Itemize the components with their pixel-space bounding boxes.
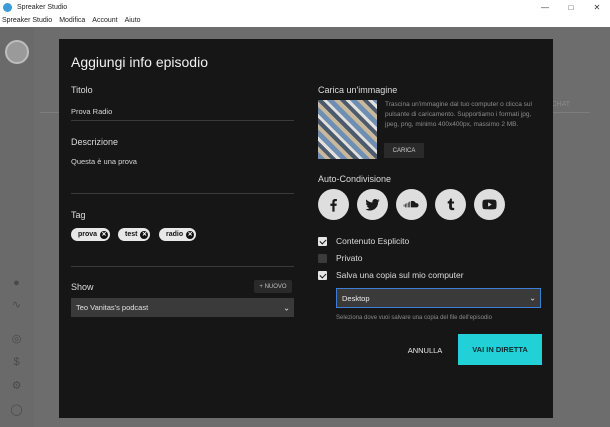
twitter-icon[interactable] — [357, 189, 388, 220]
episode-image-thumbnail[interactable] — [318, 100, 377, 159]
show-select-value: Teo Vanitas's podcast — [76, 303, 149, 312]
youtube-icon[interactable] — [474, 189, 505, 220]
live-icon[interactable]: ● — [10, 277, 23, 290]
tumblr-icon[interactable] — [435, 189, 466, 220]
titolo-input[interactable]: Prova Radio — [71, 107, 112, 116]
podcast-icon[interactable]: ◎ — [10, 333, 23, 346]
minimize-icon[interactable]: — — [532, 0, 558, 14]
auto-share-label: Auto-Condivisione — [318, 174, 392, 184]
private-checkbox[interactable] — [318, 254, 327, 263]
upload-button[interactable]: CARICA — [384, 143, 424, 158]
upload-image-help: Trascina un'immagine dal tuo computer o … — [385, 101, 532, 128]
cancel-button[interactable]: ANNULLA — [401, 341, 449, 359]
maximize-icon[interactable]: □ — [558, 0, 584, 14]
add-episode-info-dialog: Aggiungi info episodio Titolo Prova Radi… — [59, 39, 553, 418]
window-controls: — □ ✕ — [532, 0, 610, 14]
facebook-icon[interactable] — [318, 189, 349, 220]
destination-value: Desktop — [342, 293, 370, 303]
tag-chip-prova[interactable]: prova ✕ — [71, 228, 111, 241]
avatar[interactable] — [5, 40, 29, 64]
menu-item-modifica[interactable]: Modifica — [59, 17, 85, 24]
upload-image-label: Carica un'immagine — [318, 85, 398, 95]
explicit-label: Contenuto Esplicito — [336, 236, 410, 246]
tag-chip-radio[interactable]: radio ✕ — [159, 228, 197, 241]
title-bar: Spreaker Studio — □ ✕ — [0, 0, 610, 14]
menu-item-account[interactable]: Account — [92, 17, 117, 24]
window-title: Spreaker Studio — [17, 3, 68, 11]
destination-hint: Seleziona dove vuoi salvare una copia de… — [336, 315, 492, 321]
tag-label: Tag — [71, 210, 86, 220]
save-destination-select[interactable]: Desktop ⌄ — [336, 288, 541, 308]
new-show-button[interactable]: + NUOVO — [254, 280, 292, 293]
show-label: Show — [71, 282, 94, 292]
tag-text: test — [125, 231, 138, 238]
dollar-icon[interactable]: $ — [10, 356, 23, 369]
background-tab-chat: CHAT — [551, 101, 570, 108]
chevron-down-icon: ⌄ — [529, 293, 536, 303]
descrizione-textarea[interactable]: Questa è una prova — [71, 157, 137, 166]
descrizione-underline — [71, 193, 294, 194]
menu-bar: Spreaker Studio Modifica Account Aiuto — [0, 14, 610, 27]
app-logo-icon — [3, 2, 12, 12]
tag-text: radio — [166, 231, 184, 238]
go-live-button[interactable]: VAI IN DIRETTA — [458, 334, 542, 365]
explicit-checkbox[interactable] — [318, 237, 327, 246]
app-sidebar: ● ∿ ◎ $ ⚙ ◯ — [0, 27, 34, 427]
menu-item-app[interactable]: Spreaker Studio — [2, 17, 52, 24]
dialog-title: Aggiungi info episodio — [71, 54, 208, 70]
private-label: Privato — [336, 253, 363, 263]
chevron-down-icon: ⌄ — [283, 303, 290, 312]
titolo-label: Titolo — [71, 85, 93, 95]
save-copy-label: Salva una copia sul mio computer — [336, 270, 464, 280]
close-icon[interactable]: ✕ — [584, 0, 610, 14]
menu-item-aiuto[interactable]: Aiuto — [125, 17, 141, 24]
remove-tag-icon[interactable]: ✕ — [186, 230, 195, 239]
remove-tag-icon[interactable]: ✕ — [140, 230, 149, 239]
soundcloud-icon[interactable] — [396, 189, 427, 220]
tag-underline — [71, 266, 294, 267]
remove-tag-icon[interactable]: ✕ — [100, 230, 109, 239]
show-select[interactable]: Teo Vanitas's podcast ⌄ — [71, 298, 294, 317]
tag-chip-test[interactable]: test ✕ — [118, 228, 151, 241]
gear-icon[interactable]: ⚙ — [10, 380, 23, 393]
descrizione-label: Descrizione — [71, 137, 119, 147]
tag-text: prova — [78, 231, 98, 238]
waveform-icon[interactable]: ∿ — [10, 299, 23, 312]
save-copy-checkbox[interactable] — [318, 271, 327, 280]
help-icon[interactable]: ◯ — [10, 404, 23, 417]
titolo-underline — [71, 120, 294, 121]
